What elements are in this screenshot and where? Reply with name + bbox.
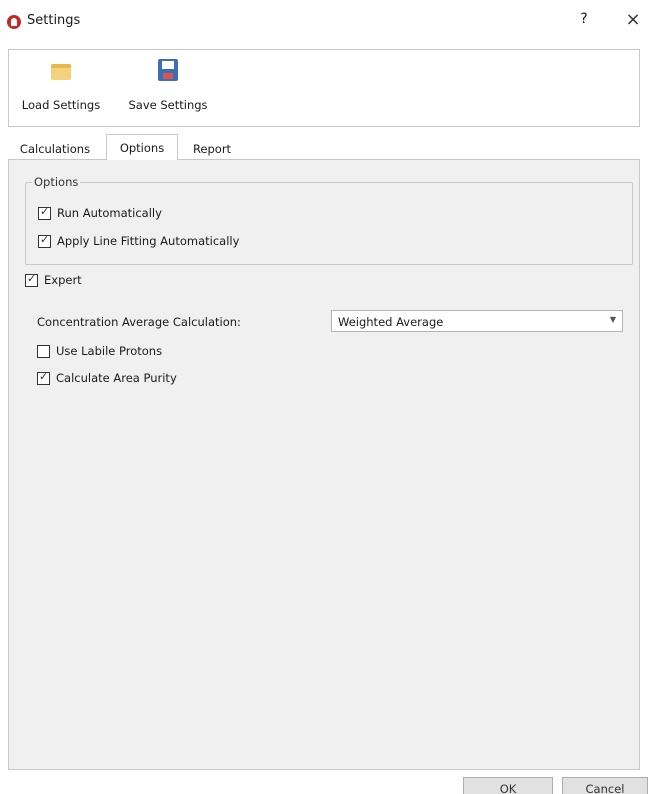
concentration-average-value: Weighted Average — [338, 315, 444, 329]
expert-label: Expert — [44, 273, 82, 287]
floppy-disk-icon — [158, 59, 178, 81]
concentration-average-select[interactable]: Weighted Average ▼ — [331, 310, 623, 332]
load-settings-button[interactable]: Load Settings — [17, 50, 105, 126]
checkbox-box[interactable] — [37, 370, 50, 385]
ok-button[interactable]: OK — [463, 777, 553, 794]
help-button[interactable]: ? — [576, 11, 592, 31]
use-labile-protons-label: Use Labile Protons — [56, 344, 163, 358]
tab-options[interactable]: Options — [106, 134, 178, 160]
folder-icon — [51, 64, 71, 80]
save-settings-label: Save Settings — [128, 98, 208, 112]
options-groupbox: Options Run Automatically Apply Line Fit… — [25, 175, 633, 265]
cancel-button[interactable]: Cancel — [562, 777, 648, 794]
tab-report[interactable]: Report — [184, 139, 240, 160]
run-automatically-label: Run Automatically — [57, 206, 162, 220]
apply-line-fitting-label: Apply Line Fitting Automatically — [57, 234, 240, 248]
title-bar: Settings ? × — [0, 0, 648, 44]
load-settings-label: Load Settings — [21, 98, 101, 112]
checkbox-box[interactable] — [38, 205, 51, 220]
chevron-down-icon: ▼ — [609, 315, 616, 324]
checkbox-box[interactable] — [38, 233, 51, 248]
checkbox-box[interactable] — [37, 345, 50, 358]
tab-calculations[interactable]: Calculations — [12, 139, 98, 160]
options-panel: Options Run Automatically Apply Line Fit… — [8, 159, 640, 770]
toolbar: Load Settings Save Settings — [8, 49, 640, 127]
concentration-average-label: Concentration Average Calculation: — [37, 315, 241, 329]
save-settings-button[interactable]: Save Settings — [121, 50, 215, 126]
calculate-area-purity-label: Calculate Area Purity — [56, 371, 177, 385]
options-group-legend: Options — [32, 175, 81, 189]
app-logo-icon — [7, 15, 21, 29]
close-button[interactable]: × — [623, 9, 643, 31]
window-title: Settings — [27, 13, 81, 28]
checkbox-box[interactable] — [25, 272, 38, 287]
tab-bar: Calculations Options Report — [8, 134, 640, 160]
